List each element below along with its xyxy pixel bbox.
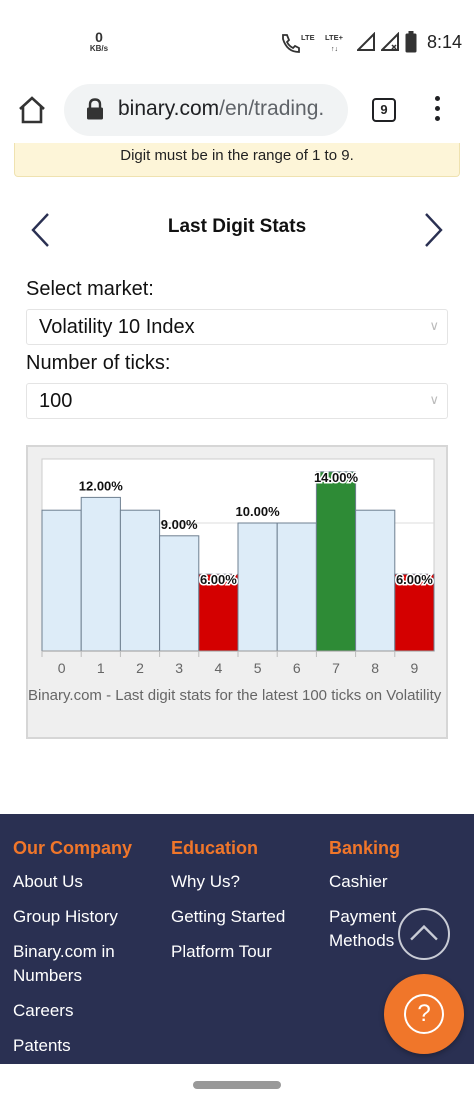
x-tick-label: 6 [293, 660, 301, 676]
clock: 8:14 [426, 31, 462, 52]
footer-column-education: Education Why Us? Getting Started Platfo… [171, 838, 285, 975]
footer-heading: Banking [329, 838, 401, 858]
data-label: 12.00% [79, 478, 124, 493]
bar-digit-3 [159, 535, 200, 652]
data-label: 6.00% [396, 572, 433, 587]
data-label: 9.00% [161, 517, 198, 532]
scroll-to-top-button[interactable] [398, 908, 450, 960]
bar-digit-8 [355, 509, 396, 652]
tab-switcher-button[interactable]: 9 [372, 98, 396, 122]
footer-link-cashier[interactable]: Cashier [329, 870, 409, 894]
bar-digit-0 [41, 509, 82, 652]
x-tick-label: 9 [411, 660, 419, 676]
x-tick-label: 0 [58, 660, 66, 676]
network-speed: 0 KB/s [86, 30, 112, 54]
market-select[interactable]: Volatility 10 Index ∨ [26, 309, 448, 345]
last-digit-chart: 0 1 2 3 4 5 6 7 8 9 12.00% 9.00% 6.00% 10.00% 14.00% 6.… [26, 445, 448, 739]
signal-no-data-icon [380, 32, 399, 51]
x-tick-label: 1 [97, 660, 105, 676]
system-navigation [0, 1064, 474, 1106]
footer-link-patents[interactable]: Patents [13, 1034, 143, 1058]
address-bar[interactable]: binary.com/en/trading. [64, 84, 348, 136]
gesture-handle[interactable] [193, 1081, 281, 1089]
footer-link-platform-tour[interactable]: Platform Tour [171, 940, 285, 964]
footer-heading: Our Company [13, 838, 133, 858]
footer-link-getting-started[interactable]: Getting Started [171, 905, 285, 929]
validation-notice: Digit must be in the range of 1 to 9. [14, 143, 460, 177]
ticks-select-value: 100 [39, 390, 73, 412]
help-icon: ? [404, 994, 444, 1034]
url-host: binary.com [118, 97, 220, 120]
data-label: 10.00% [236, 504, 281, 519]
footer-link-group-history[interactable]: Group History [13, 905, 143, 929]
lte-label-2: LTE+ [325, 33, 344, 42]
help-button[interactable]: ? [384, 974, 464, 1054]
lte-plus-icon: LTE+ ↑↓ [325, 33, 344, 53]
chart-plot: 0 1 2 3 4 5 6 7 8 9 12.00% 9.00% 6.00% 10.00% 14.00% 6.… [41, 458, 435, 676]
url-text: binary.com/en/trading. [118, 97, 344, 121]
network-speed-unit: KB/s [89, 44, 109, 53]
market-label: Select market: [26, 278, 154, 300]
footer-heading: Education [171, 838, 259, 858]
x-tick-label: 7 [332, 660, 340, 676]
battery-icon [405, 31, 417, 53]
footer-link-why-us[interactable]: Why Us? [171, 870, 285, 894]
footer-column-banking: Banking Cashier Payment Methods [329, 838, 409, 964]
network-speed-value: 0 [95, 29, 103, 45]
chevron-down-icon: ∨ [429, 392, 439, 407]
footer-column-company: Our Company About Us Group History Binar… [13, 838, 143, 1069]
x-tick-label: 2 [136, 660, 144, 676]
x-tick-label: 4 [215, 660, 223, 676]
footer-link-numbers[interactable]: Binary.com in Numbers [13, 940, 143, 988]
footer-link-about-us[interactable]: About Us [13, 870, 143, 894]
ticks-label: Number of ticks: [26, 352, 171, 374]
x-tick-label: 5 [254, 660, 262, 676]
home-icon[interactable] [16, 94, 48, 126]
page-title: Last Digit Stats [167, 216, 307, 237]
data-label: 14.00% [314, 470, 359, 485]
browser-toolbar: binary.com/en/trading. 9 [0, 82, 474, 140]
status-icons: LTE LTE+ ↑↓ 8:14 [279, 30, 462, 54]
bar-digit-2 [119, 509, 161, 652]
chevron-down-icon: ∨ [429, 318, 439, 333]
footer-link-payment-methods[interactable]: Payment Methods [329, 905, 409, 953]
url-path: /en/trading. [219, 97, 325, 120]
status-bar: 0 KB/s LTE LTE+ ↑↓ 8:14 [0, 0, 474, 82]
chevron-right-icon[interactable] [422, 210, 446, 250]
market-select-value: Volatility 10 Index [39, 316, 195, 338]
chart-caption: Binary.com - Last digit stats for the la… [28, 687, 446, 704]
wifi-calling-icon: LTE [282, 33, 315, 53]
lte-label-1: LTE [301, 33, 315, 42]
bar-digit-5 [237, 522, 278, 652]
bar-digit-1 [80, 496, 121, 652]
signal-icon [356, 32, 375, 51]
lock-icon [87, 98, 103, 120]
overflow-menu-icon[interactable] [430, 96, 444, 126]
svg-text:↑↓: ↑↓ [331, 46, 338, 53]
ticks-select[interactable]: 100 ∨ [26, 383, 448, 419]
x-tick-label: 8 [371, 660, 379, 676]
bar-digit-6 [276, 522, 317, 652]
bar-digit-7 [315, 471, 357, 652]
footer-link-careers[interactable]: Careers [13, 999, 143, 1023]
x-tick-label: 3 [175, 660, 183, 676]
data-label: 6.00% [200, 572, 237, 587]
